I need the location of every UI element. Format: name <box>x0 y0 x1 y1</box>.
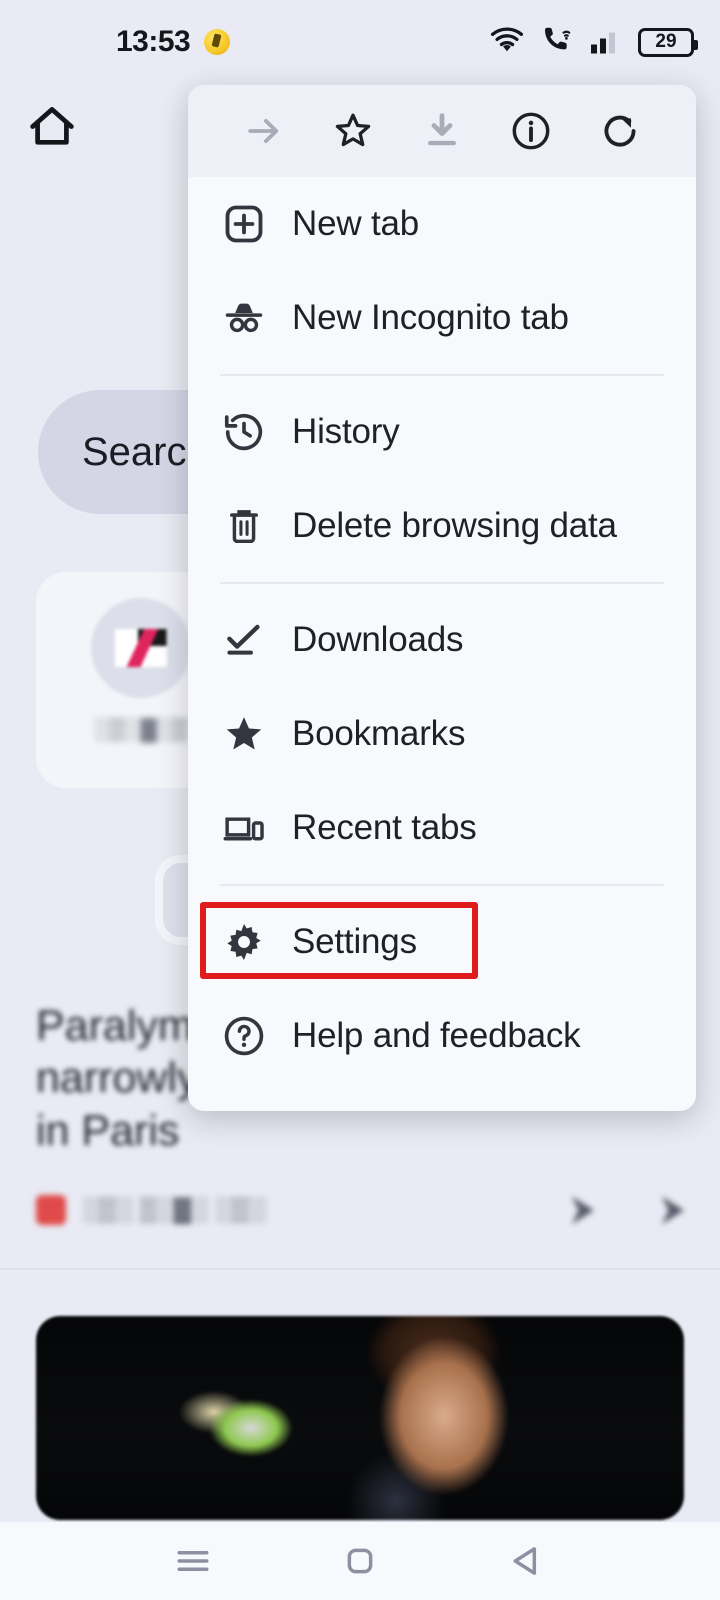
wifi-icon <box>489 25 525 60</box>
status-time: 13:53 <box>116 25 191 58</box>
alarm-emoji-icon <box>204 29 231 55</box>
star-outline-icon[interactable] <box>322 100 384 162</box>
android-nav-bar <box>0 1522 720 1600</box>
menu-item-bookmarks[interactable]: Bookmarks <box>188 687 696 781</box>
shortcut-tile-label: ░▒░▓░▒ <box>94 716 188 741</box>
menu-item-label: Help and feedback <box>292 1016 581 1055</box>
menu-item-label: Delete browsing data <box>292 506 617 545</box>
status-bar-right: 29 <box>489 25 698 60</box>
forward-arrow-icon[interactable] <box>233 100 295 162</box>
trash-icon <box>218 500 270 552</box>
menu-item-label: Bookmarks <box>292 714 466 753</box>
battery-level: 29 <box>655 31 677 52</box>
menu-divider <box>220 582 664 584</box>
menu-item-help-and-feedback[interactable]: Help and feedback <box>188 989 696 1083</box>
download-icon[interactable] <box>411 100 473 162</box>
battery-icon: 29 <box>638 27 698 57</box>
overflow-menu-icon[interactable] <box>661 1196 684 1225</box>
menu-item-downloads[interactable]: Downloads <box>188 593 696 687</box>
cellular-signal-icon <box>589 25 623 60</box>
status-bar-left: 13:53 <box>116 25 231 59</box>
news-action-icons[interactable] <box>566 1196 684 1225</box>
history-icon <box>218 406 270 458</box>
news-source-text: ░▒░ ▒░▓░ ░▒░ <box>82 1196 266 1224</box>
phone-screen: 13:53 29 Search ░▒░▓░▒ Paralympic narrow… <box>0 0 720 1600</box>
menu-item-label: Downloads <box>292 620 464 659</box>
info-circle-icon[interactable] <box>500 100 562 162</box>
recent-tabs-icon <box>218 802 270 854</box>
news-photo[interactable] <box>36 1316 684 1520</box>
wifi-calling-icon <box>540 25 574 60</box>
menu-item-delete-browsing-data[interactable]: Delete browsing data <box>188 479 696 573</box>
menu-item-new-tab[interactable]: New tab <box>188 177 696 271</box>
star-filled-icon <box>218 708 270 760</box>
home-icon[interactable] <box>25 100 79 159</box>
menu-item-label: New tab <box>292 204 419 243</box>
news-source-favicon-icon <box>36 1195 66 1226</box>
share-icon[interactable] <box>571 1196 594 1225</box>
menu-item-label: History <box>292 412 400 451</box>
status-bar: 13:53 29 <box>0 0 720 84</box>
menu-item-settings[interactable]: Settings <box>188 895 696 989</box>
shortcut-favicon-circle <box>91 598 191 698</box>
menu-item-history[interactable]: History <box>188 385 696 479</box>
downloads-check-icon <box>218 614 270 666</box>
menu-item-recent-tabs[interactable]: Recent tabs <box>188 781 696 875</box>
menu-item-label: New Incognito tab <box>292 298 569 337</box>
menu-divider <box>220 884 664 886</box>
shortcut-favicon-icon <box>115 629 167 667</box>
menu-item-new-incognito-tab[interactable]: New Incognito tab <box>188 271 696 365</box>
menu-item-label: Settings <box>292 922 417 961</box>
incognito-icon <box>218 292 270 344</box>
back-triangle-icon[interactable] <box>497 1531 557 1591</box>
reload-icon[interactable] <box>589 100 651 162</box>
menu-item-label: Recent tabs <box>292 808 477 847</box>
new-tab-icon <box>218 198 270 250</box>
gear-icon <box>218 916 270 968</box>
menu-divider <box>220 374 664 376</box>
settings-row-wrapper: Settings <box>188 895 696 989</box>
home-square-icon[interactable] <box>330 1531 390 1591</box>
content-divider <box>0 1268 720 1270</box>
browser-overflow-menu: New tab New Incognito tab History Delete… <box>188 85 696 1111</box>
menu-header-toolbar <box>188 85 696 177</box>
recents-icon[interactable] <box>163 1531 223 1591</box>
help-circle-icon <box>218 1010 270 1062</box>
news-byline-row: ░▒░ ▒░▓░ ░▒░ <box>36 1195 684 1226</box>
